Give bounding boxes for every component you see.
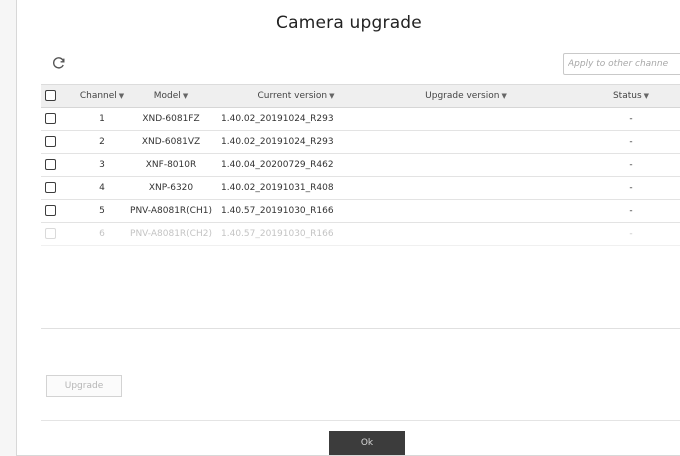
- table-row-disabled: 6 PNV-A8081R(CH2) 1.40.57_20191030_R166 …: [41, 223, 680, 246]
- model-cell: PNV-A8081R(CH1): [130, 206, 212, 216]
- row-checkbox-cell: [45, 154, 61, 176]
- current-version-cell: 1.40.02_20191024_R293: [221, 137, 334, 147]
- refresh-icon[interactable]: [52, 56, 66, 70]
- row-checkbox[interactable]: [45, 159, 56, 170]
- row-checkbox[interactable]: [45, 205, 56, 216]
- current-version-cell: 1.40.57_20191030_R166: [221, 206, 334, 216]
- camera-upgrade-dialog: Camera upgrade Channel▼ Model▼ Current v…: [16, 0, 680, 456]
- row-checkbox-cell: [45, 108, 61, 130]
- row-checkbox[interactable]: [45, 113, 56, 124]
- channel-cell: 2: [99, 137, 105, 147]
- channel-cell: 3: [99, 160, 105, 170]
- column-header-status-label: Status: [612, 91, 642, 101]
- camera-table: Channel ▼ Model ▼ Current version ▼ Upgrade…: [41, 84, 680, 246]
- model-cell: XND-6081VZ: [141, 137, 201, 147]
- upgrade-version-cell: [361, 223, 601, 245]
- row-checkbox-cell: [45, 131, 61, 153]
- select-all-checkbox[interactable]: [45, 90, 56, 101]
- column-header-model-label: Model: [153, 91, 181, 101]
- sort-caret-icon: ▼: [329, 92, 335, 100]
- column-header-status[interactable]: Status ▼: [586, 85, 676, 107]
- sort-caret-icon: ▼: [643, 92, 650, 100]
- row-checkbox-cell: [45, 177, 61, 199]
- column-header-upgrade-version[interactable]: Upgrade version ▼: [396, 85, 536, 107]
- channel-cell: 5: [99, 206, 105, 216]
- column-header-channel-label: Channel: [79, 91, 117, 101]
- table-row: 3 XNF-8010R 1.40.04_20200729_R462 -: [41, 154, 680, 177]
- row-checkbox[interactable]: [45, 182, 56, 193]
- status-cell: -: [629, 137, 633, 147]
- footer-divider: [41, 420, 680, 421]
- table-row: 1 XND-6081FZ 1.40.02_20191024_R293 -: [41, 108, 680, 131]
- select-all-cell: [45, 85, 61, 107]
- channel-cell: 4: [99, 183, 105, 193]
- model-cell: PNV-A8081R(CH2): [130, 229, 212, 239]
- column-header-model[interactable]: Model ▼: [127, 85, 215, 107]
- table-row: 4 XNP-6320 1.40.02_20191031_R408 -: [41, 177, 680, 200]
- table-row: 5 PNV-A8081R(CH1) 1.40.57_20191030_R166 …: [41, 200, 680, 223]
- upgrade-button[interactable]: Upgrade: [46, 375, 122, 397]
- row-checkbox-cell: [45, 200, 61, 222]
- model-cell: XNP-6320: [148, 183, 194, 193]
- column-header-current-version-label: Current version: [257, 91, 328, 101]
- current-version-cell: 1.40.04_20200729_R462: [221, 160, 334, 170]
- upgrade-version-cell: [361, 200, 601, 222]
- row-checkbox-disabled: [45, 228, 56, 239]
- upgrade-version-cell: [361, 108, 601, 130]
- channel-cell: 1: [99, 114, 105, 124]
- channel-cell: 6: [99, 229, 105, 239]
- upgrade-version-cell: [361, 154, 601, 176]
- upgrade-version-cell: [361, 131, 601, 153]
- column-header-upgrade-version-label: Upgrade version: [425, 91, 500, 101]
- status-cell: -: [629, 114, 633, 124]
- dialog-title: Camera upgrade: [276, 13, 422, 33]
- model-cell: XND-6081FZ: [142, 114, 200, 124]
- table-row: 2 XND-6081VZ 1.40.02_20191024_R293 -: [41, 131, 680, 154]
- status-cell: -: [629, 229, 633, 239]
- status-cell: -: [629, 206, 633, 216]
- current-version-cell: 1.40.57_20191030_R166: [221, 229, 334, 239]
- apply-to-other-channels-input[interactable]: [563, 53, 680, 75]
- status-cell: -: [629, 183, 633, 193]
- column-header-channel[interactable]: Channel ▼: [77, 85, 127, 107]
- sort-caret-icon: ▼: [501, 92, 507, 100]
- current-version-cell: 1.40.02_20191024_R293: [221, 114, 334, 124]
- table-header-row: Channel ▼ Model ▼ Current version ▼ Upgrade…: [41, 84, 680, 108]
- current-version-cell: 1.40.02_20191031_R408: [221, 183, 334, 193]
- sort-caret-icon: ▼: [182, 92, 189, 100]
- row-checkbox[interactable]: [45, 136, 56, 147]
- ok-button[interactable]: Ok: [329, 431, 405, 455]
- model-cell: XNF-8010R: [145, 160, 197, 170]
- upgrade-version-cell: [361, 177, 601, 199]
- row-checkbox-cell: [45, 223, 61, 245]
- status-cell: -: [629, 160, 633, 170]
- column-header-current-version[interactable]: Current version ▼: [221, 85, 371, 107]
- sort-caret-icon: ▼: [118, 92, 125, 100]
- divider: [41, 328, 680, 329]
